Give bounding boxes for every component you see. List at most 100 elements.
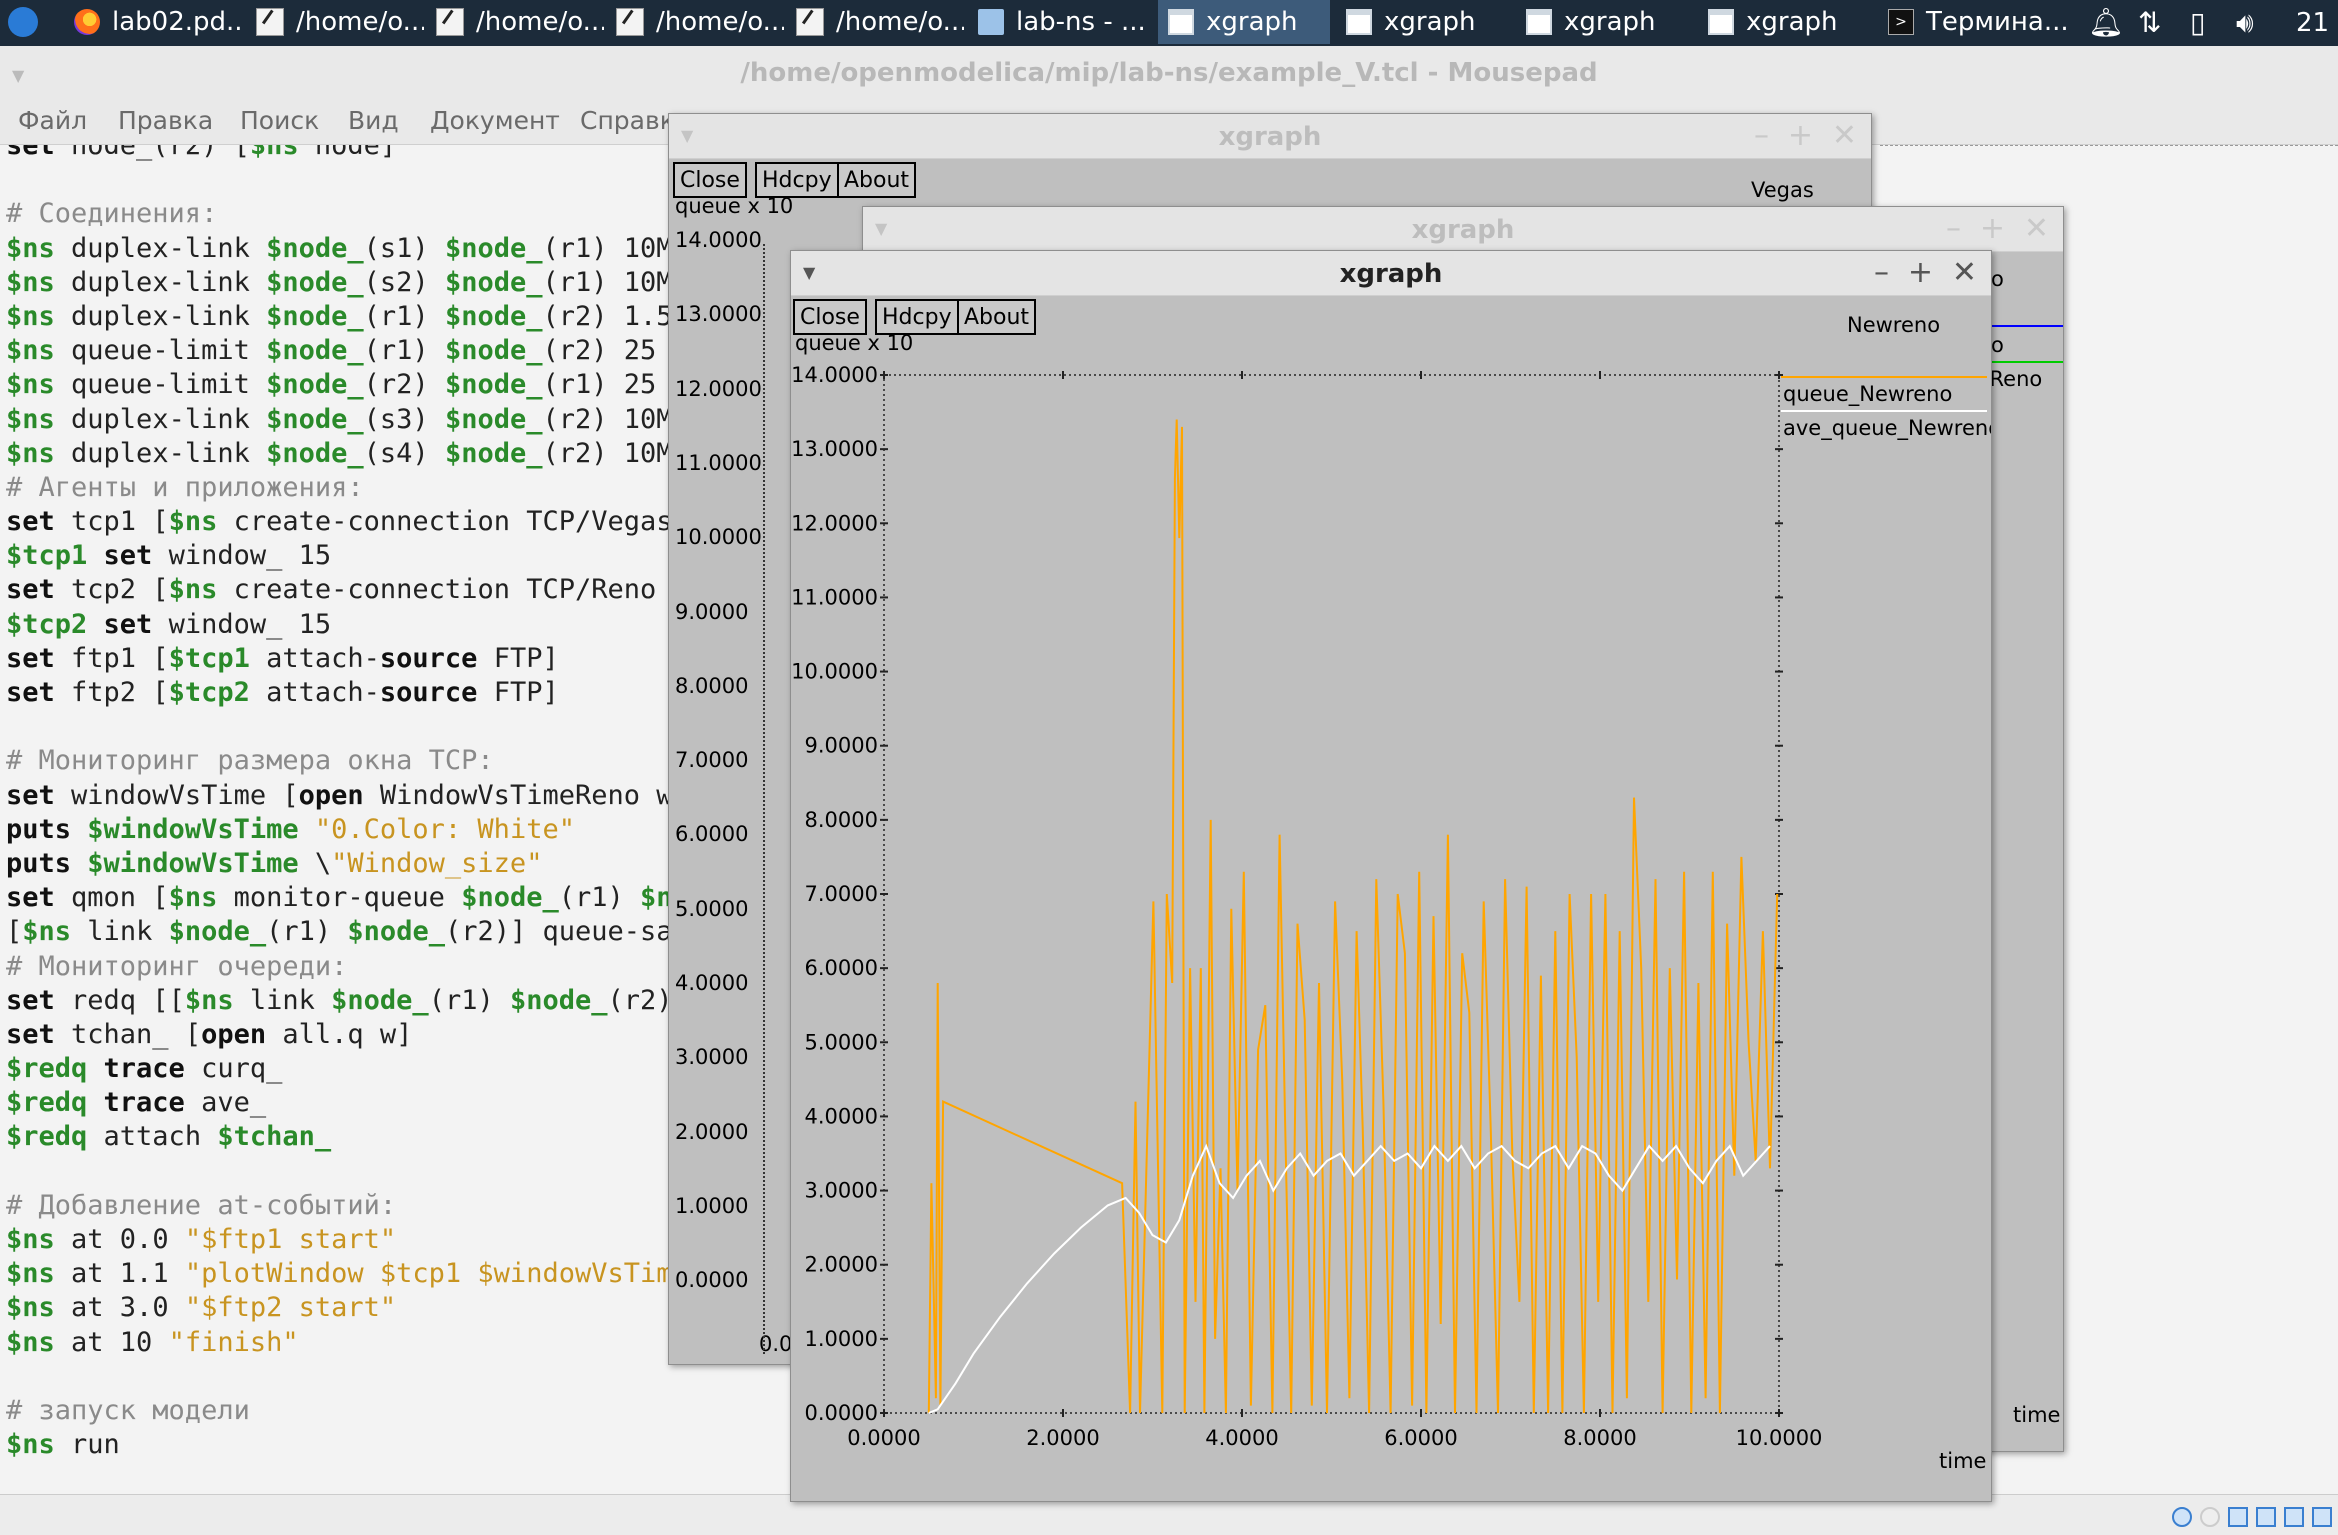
about-button[interactable]: About bbox=[837, 162, 917, 198]
close-button[interactable]: Close bbox=[673, 162, 747, 198]
code-token: # Мониторинг размера окна TCP: bbox=[6, 745, 494, 777]
tray-help-icon[interactable] bbox=[2172, 1507, 2192, 1527]
code-token: ftp2 [ bbox=[71, 677, 169, 708]
legend-entry: o bbox=[1991, 333, 2004, 357]
maximize-icon[interactable]: + bbox=[1980, 211, 2005, 246]
code-token: open bbox=[201, 1018, 267, 1050]
taskbar-item-label: xgraph bbox=[1206, 7, 1298, 37]
taskbar-item-label: /home/o... bbox=[836, 7, 964, 37]
code-token: $redq bbox=[6, 1087, 88, 1119]
xgraph-window-newreno[interactable]: ▼ xgraph – + ✕ Close Hdcpy About Newreno… bbox=[790, 250, 1992, 1502]
code-token: (r2) 10Mb bbox=[542, 437, 689, 469]
minimize-icon[interactable]: – bbox=[1754, 118, 1769, 153]
taskbar-item-editor-3[interactable]: /home/o... bbox=[616, 0, 784, 44]
code-token: $node_ bbox=[266, 403, 364, 435]
code-line: set tchan_ [open all.q w] bbox=[6, 1018, 689, 1052]
code-token: $tcp2 bbox=[168, 677, 250, 708]
start-menu-button[interactable] bbox=[8, 0, 52, 44]
code-line: $ns at 1.1 "plotWindow $tcp1 $windowVsTi… bbox=[6, 1257, 689, 1291]
taskbar-item-xgraph-3[interactable]: xgraph bbox=[1526, 0, 1694, 44]
taskbar-item-editor-4[interactable]: /home/o... bbox=[796, 0, 964, 44]
y-tick-label: 0.0000 bbox=[805, 1401, 878, 1425]
taskbar-item-editor-1[interactable]: /home/o... bbox=[256, 0, 424, 44]
code-token: puts bbox=[6, 813, 88, 845]
menu-document[interactable]: Документ bbox=[430, 106, 560, 135]
close-icon[interactable]: ✕ bbox=[1832, 118, 1857, 153]
code-line: $ns duplex-link $node_(s1) $node_(r1) 10… bbox=[6, 232, 689, 266]
code-line: $ns queue-limit $node_(r1) $node_(r2) 25 bbox=[6, 334, 689, 368]
menu-file[interactable]: Файл bbox=[18, 106, 87, 135]
taskbar-item-firefox[interactable]: lab02.pd... bbox=[74, 0, 242, 44]
code-line: $redq attach $tchan_ bbox=[6, 1120, 689, 1154]
y-tick-label: 8.0000 bbox=[805, 808, 878, 832]
minimize-icon[interactable]: – bbox=[1946, 211, 1961, 246]
taskbar-item-file-manager[interactable]: lab-ns - ... bbox=[978, 0, 1150, 44]
notification-bell-icon[interactable]: 🔔︎ bbox=[2088, 6, 2124, 39]
maximize-icon[interactable]: + bbox=[1788, 118, 1813, 153]
code-token: (r2) bbox=[363, 369, 445, 401]
hdcpy-button[interactable]: Hdcpy bbox=[755, 162, 839, 198]
code-token: set bbox=[6, 642, 72, 674]
legend-line bbox=[1991, 325, 2063, 327]
taskbar-item-label: lab02.pd... bbox=[112, 7, 242, 37]
code-text[interactable]: set node_(r2) [$ns node] # Соединения: $ns… bbox=[6, 144, 689, 1462]
xgraph-window-title: xgraph bbox=[1218, 122, 1322, 152]
taskbar-item-xgraph-4[interactable]: xgraph bbox=[1708, 0, 1876, 44]
battery-icon[interactable]: ▯ bbox=[2190, 6, 2205, 39]
tray-window-icon[interactable] bbox=[2256, 1507, 2276, 1527]
code-token: set bbox=[6, 984, 72, 1016]
network-icon[interactable]: ⇅ bbox=[2138, 6, 2161, 39]
taskbar-item-editor-2[interactable]: /home/o... bbox=[436, 0, 604, 44]
y-tick-label: 3.0000 bbox=[805, 1179, 878, 1203]
y-tick-label: 12.0000 bbox=[675, 376, 762, 401]
terminal-icon: > bbox=[1888, 9, 1914, 35]
y-tick-label: 12.0000 bbox=[791, 511, 878, 535]
x-tick-label: 8.0000 bbox=[1563, 1426, 1636, 1450]
code-token: attach bbox=[87, 1121, 218, 1153]
y-tick-label: 6.0000 bbox=[675, 822, 749, 847]
volume-icon[interactable]: 🔊︎ bbox=[2236, 6, 2254, 40]
code-token: FTP] bbox=[477, 677, 559, 708]
code-line: puts $windowVsTime \"Window_size" bbox=[6, 847, 689, 881]
tray-window-icon[interactable] bbox=[2312, 1507, 2332, 1527]
menu-search[interactable]: Поиск bbox=[240, 106, 319, 135]
code-token: (s4) bbox=[363, 437, 445, 469]
code-token: at 0.0 bbox=[54, 1224, 185, 1255]
y-tick-label: 4.0000 bbox=[805, 1104, 878, 1128]
y-tick-label: 9.0000 bbox=[675, 599, 749, 624]
tray-window-icon[interactable] bbox=[2284, 1507, 2304, 1527]
code-line: $redq trace curq_ bbox=[6, 1052, 689, 1086]
taskbar-item-xgraph-1[interactable]: xgraph bbox=[1158, 0, 1330, 44]
code-token: set bbox=[87, 608, 169, 640]
menu-view[interactable]: Вид bbox=[348, 106, 399, 135]
tray-window-icon[interactable] bbox=[2228, 1507, 2248, 1527]
code-token: $ns bbox=[6, 266, 55, 298]
code-token: $node_ bbox=[266, 369, 364, 401]
y-tick-label: 3.0000 bbox=[675, 1045, 749, 1070]
code-token: qmon [ bbox=[71, 882, 169, 914]
clock[interactable]: 21 bbox=[2296, 8, 2329, 38]
code-token: (s1) bbox=[363, 232, 445, 264]
taskbar-item-xgraph-2[interactable]: xgraph bbox=[1346, 0, 1514, 44]
code-token: attach- bbox=[249, 677, 380, 708]
close-icon[interactable]: ✕ bbox=[2024, 211, 2049, 246]
x-tick-label: 4.0000 bbox=[1205, 1426, 1278, 1450]
code-token: # Мониторинг очереди: bbox=[6, 950, 348, 982]
tray-circle-icon[interactable] bbox=[2200, 1507, 2220, 1527]
code-token: $ns bbox=[6, 1326, 55, 1358]
code-token: \ bbox=[298, 847, 332, 879]
code-token: puts bbox=[6, 847, 88, 879]
taskbar-item-terminal[interactable]: > Термина... bbox=[1888, 0, 2068, 44]
code-token: set bbox=[6, 506, 72, 538]
code-token: $ns bbox=[6, 1224, 55, 1255]
menu-edit[interactable]: Правка bbox=[118, 106, 213, 135]
code-token: set bbox=[6, 144, 72, 161]
code-line: $tcp1 set window_ 15 bbox=[6, 539, 689, 573]
code-line: puts $windowVsTime "0.Color: White" bbox=[6, 813, 689, 847]
code-token: $node_ bbox=[444, 403, 543, 435]
legend-line bbox=[1991, 361, 2063, 363]
y-tick-label: 11.0000 bbox=[791, 585, 878, 609]
code-line: $ns run bbox=[6, 1428, 689, 1462]
